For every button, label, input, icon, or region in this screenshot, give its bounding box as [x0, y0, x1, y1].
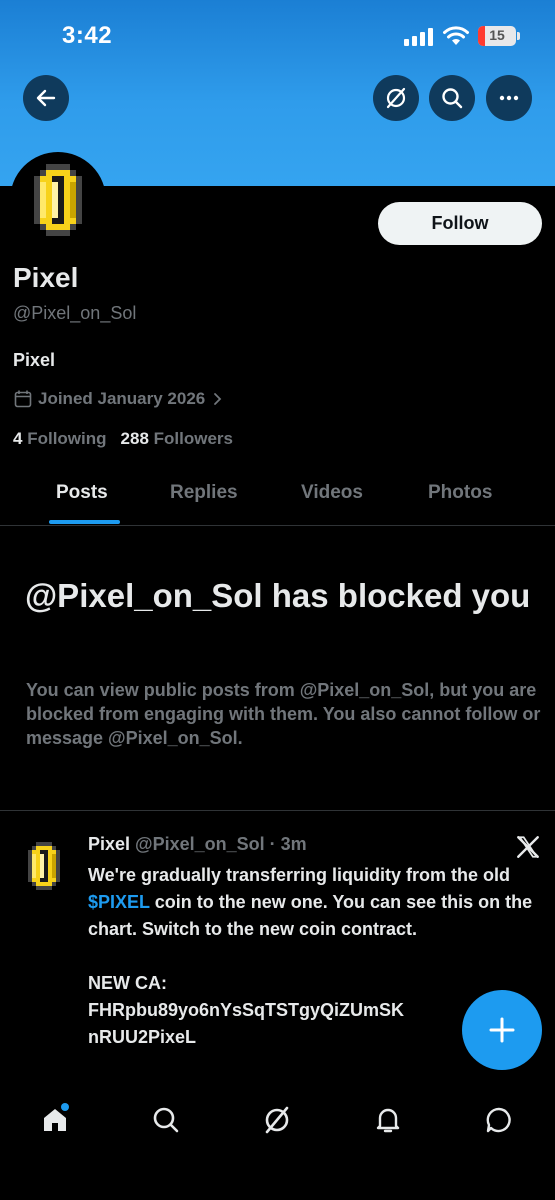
- blocked-title: @Pixel_on_Sol has blocked you: [25, 577, 531, 614]
- nav-notifications[interactable]: [368, 1100, 408, 1140]
- status-bar: 3:42 15: [0, 0, 555, 72]
- chevron-right-icon: [214, 393, 222, 405]
- pixel-coin-icon: [34, 164, 82, 236]
- tab-replies[interactable]: Replies: [170, 482, 238, 504]
- search-icon: [442, 88, 463, 109]
- post-avatar[interactable]: [18, 840, 70, 892]
- cellular-signal-icon: [404, 28, 436, 46]
- active-tab-indicator: [49, 520, 120, 524]
- cashtag-link[interactable]: $PIXEL: [88, 892, 150, 912]
- more-button[interactable]: [486, 75, 532, 121]
- joined-text: Joined January 2026: [38, 389, 206, 408]
- profile-avatar[interactable]: [10, 152, 106, 248]
- profile-display-name: Pixel: [13, 262, 79, 293]
- battery-cap: [517, 32, 520, 40]
- profile-tabs: Posts Replies Videos Photos: [0, 470, 555, 526]
- battery-level: 15: [489, 27, 505, 43]
- back-button[interactable]: [23, 75, 69, 121]
- grok-button[interactable]: [373, 75, 419, 121]
- messages-icon: [486, 1107, 511, 1133]
- grok-icon: [265, 1106, 289, 1134]
- compose-post-button[interactable]: [462, 990, 542, 1070]
- search-icon: [153, 1107, 179, 1133]
- post-text-part: We're gradually transferring liquidity f…: [88, 865, 516, 885]
- divider: [0, 810, 555, 811]
- post-header: Pixel @Pixel_on_Sol · 3m: [88, 834, 307, 855]
- nav-home[interactable]: [35, 1100, 75, 1140]
- blocked-description: You can view public posts from @Pixel_on…: [26, 680, 541, 748]
- post-author-name[interactable]: Pixel: [88, 834, 130, 854]
- pixel-coin-icon: [28, 842, 60, 890]
- followers-count: 288: [120, 429, 149, 448]
- notification-dot: [61, 1103, 69, 1111]
- post-text-part: coin to the new one. You can see this on…: [88, 892, 538, 939]
- status-time: 3:42: [62, 22, 113, 49]
- search-button[interactable]: [429, 75, 475, 121]
- post-author-handle: @Pixel_on_Sol · 3m: [135, 834, 307, 854]
- notifications-icon: [376, 1108, 400, 1133]
- follow-button[interactable]: Follow: [378, 202, 542, 245]
- tab-posts[interactable]: Posts: [56, 482, 108, 504]
- ca-label: NEW CA:: [88, 973, 167, 993]
- nav-messages[interactable]: [479, 1100, 519, 1140]
- joined-date[interactable]: Joined January 2026: [13, 389, 224, 409]
- calendar-icon: [14, 390, 32, 408]
- following-link[interactable]: 4 Following: [13, 429, 107, 448]
- nav-search[interactable]: [146, 1100, 186, 1140]
- plus-icon: [489, 1017, 515, 1043]
- more-icon: [499, 95, 519, 101]
- battery-icon: 15: [478, 26, 516, 46]
- following-count: 4: [13, 429, 23, 448]
- tab-photos[interactable]: Photos: [428, 482, 492, 504]
- arrow-left-icon: [36, 89, 56, 107]
- follow-stats: 4 Following 288 Followers: [13, 429, 233, 449]
- x-logo-icon: [517, 836, 539, 858]
- wifi-icon: [443, 26, 469, 45]
- tab-videos[interactable]: Videos: [301, 482, 363, 504]
- bottom-navigation: [0, 1085, 555, 1200]
- following-label: Following: [27, 429, 107, 448]
- profile-handle: @Pixel_on_Sol: [13, 303, 137, 323]
- followers-link[interactable]: 288 Followers: [121, 429, 233, 448]
- profile-bio: Pixel: [13, 350, 56, 370]
- nav-grok[interactable]: [257, 1100, 297, 1140]
- grok-icon: [386, 87, 406, 109]
- followers-label: Followers: [153, 429, 233, 448]
